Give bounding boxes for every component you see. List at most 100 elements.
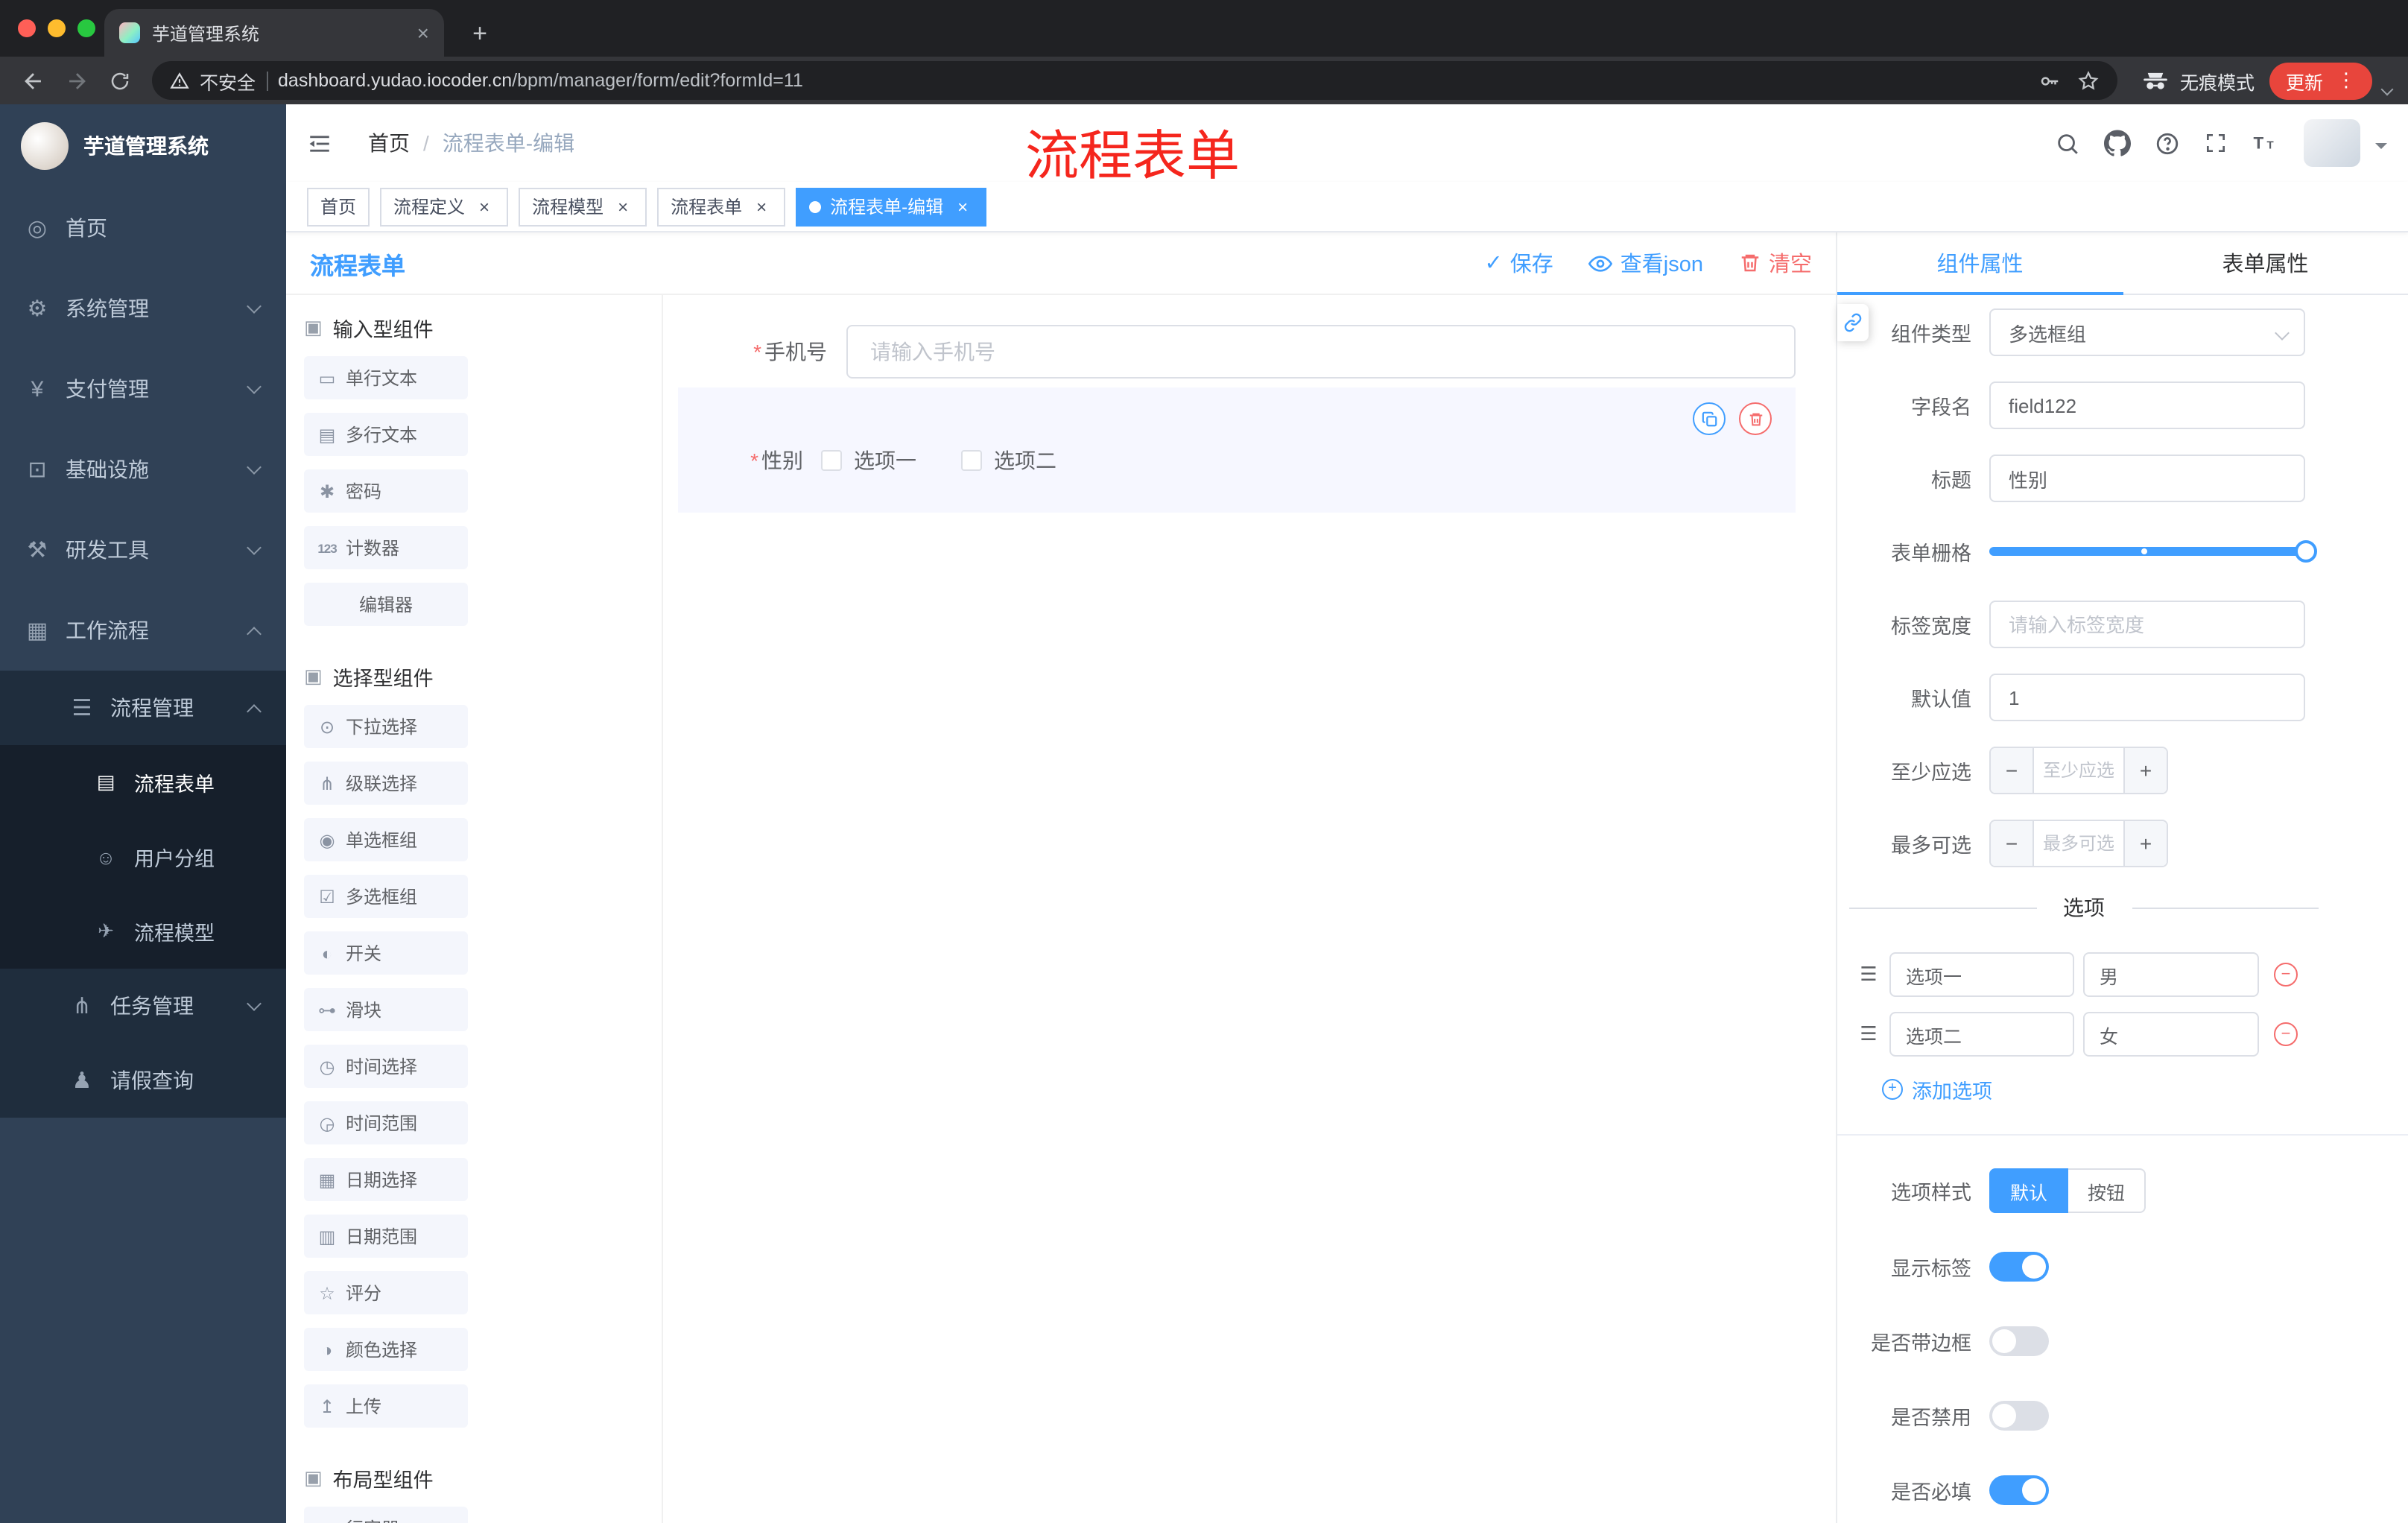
option-1-value-input[interactable] — [2083, 952, 2259, 997]
phone-field-row[interactable]: * 手机号 — [663, 325, 1796, 379]
window-zoom-button[interactable] — [77, 19, 95, 37]
title-input[interactable] — [1989, 455, 2305, 502]
tag-process-model[interactable]: 流程模型 × — [519, 187, 647, 226]
github-icon[interactable] — [2104, 130, 2131, 156]
hamburger-icon[interactable] — [307, 130, 332, 156]
slider-track[interactable] — [1989, 547, 2314, 556]
breadcrumb-home[interactable]: 首页 — [368, 128, 410, 158]
sidebar-item-infrastructure[interactable]: ⊡ 基础设施 — [0, 429, 286, 510]
window-close-button[interactable] — [18, 19, 36, 37]
save-button[interactable]: ✓ 保存 — [1484, 247, 1553, 279]
fullscreen-icon[interactable] — [2204, 131, 2228, 155]
component-radio-group[interactable]: ◉ 单选框组 — [304, 818, 468, 861]
component-date-range[interactable]: ▥ 日期范围 — [304, 1215, 468, 1258]
view-json-button[interactable]: 查看json — [1588, 247, 1703, 279]
tag-process-form[interactable]: 流程表单 × — [657, 187, 786, 226]
close-icon[interactable]: × — [612, 196, 633, 217]
copy-component-button[interactable] — [1693, 402, 1726, 435]
required-switch[interactable] — [1989, 1475, 2049, 1505]
sidebar-item-system[interactable]: ⚙ 系统管理 — [0, 268, 286, 349]
remove-option-icon[interactable]: − — [2274, 963, 2298, 987]
component-upload[interactable]: ↥ 上传 — [304, 1384, 468, 1428]
sidebar-item-process-form[interactable]: ▤ 流程表单 — [0, 745, 286, 820]
checkbox-option-2[interactable]: 选项二 — [961, 446, 1056, 475]
option-2-value-input[interactable] — [2083, 1012, 2259, 1057]
drag-handle-icon[interactable]: ☰ — [1857, 963, 1881, 987]
sidebar-item-process-model[interactable]: ✈ 流程模型 — [0, 894, 286, 969]
component-switch[interactable]: ◐ 开关 — [304, 931, 468, 975]
help-icon[interactable] — [2155, 130, 2180, 156]
component-type-select[interactable]: 多选框组 — [1989, 308, 2305, 356]
component-single-text[interactable]: ▭ 单行文本 — [304, 356, 468, 399]
sidebar-item-workflow[interactable]: ▦ 工作流程 — [0, 590, 286, 671]
label-width-input[interactable] — [1989, 601, 2305, 648]
key-icon[interactable] — [2038, 69, 2061, 92]
component-counter[interactable]: 123 计数器 — [304, 526, 468, 569]
component-date-picker[interactable]: ▦ 日期选择 — [304, 1158, 468, 1201]
browser-menu-icon[interactable]: ⋮ — [2336, 69, 2356, 92]
show-label-switch[interactable] — [1989, 1252, 2049, 1282]
tag-process-form-edit[interactable]: 流程表单-编辑 × — [796, 187, 987, 226]
selected-gender-field[interactable]: * 性别 选项一 选项二 — [678, 387, 1796, 513]
tab-close-icon[interactable]: × — [417, 21, 429, 45]
component-cascader[interactable]: ⋔ 级联选择 — [304, 762, 468, 805]
add-option-button[interactable]: + 添加选项 — [1882, 1074, 2408, 1104]
component-row-container[interactable]: ◫ 行容器 — [304, 1507, 468, 1523]
minus-icon[interactable]: − — [1991, 748, 2034, 793]
update-button[interactable]: 更新 ⋮ — [2269, 62, 2372, 99]
forward-icon[interactable] — [57, 61, 95, 100]
component-select[interactable]: ⊙ 下拉选择 — [304, 705, 468, 748]
field-name-input[interactable] — [1989, 381, 2305, 429]
sidebar-item-home[interactable]: ◎ 首页 — [0, 188, 286, 268]
plus-icon[interactable]: + — [2123, 821, 2167, 866]
option-1-label-input[interactable] — [1889, 952, 2074, 997]
clear-button[interactable]: 清空 — [1739, 247, 1812, 279]
tag-home[interactable]: 首页 — [307, 187, 370, 226]
sidebar-item-devtools[interactable]: ⚒ 研发工具 — [0, 510, 286, 590]
component-multi-text[interactable]: ▤ 多行文本 — [304, 413, 468, 456]
style-button-button[interactable]: 按钮 — [2068, 1168, 2146, 1213]
back-icon[interactable] — [13, 61, 52, 100]
component-time-range[interactable]: ◶ 时间范围 — [304, 1101, 468, 1144]
bookmark-star-icon[interactable] — [2077, 69, 2100, 92]
reload-icon[interactable] — [100, 61, 139, 100]
remove-option-icon[interactable]: − — [2274, 1022, 2298, 1046]
address-bar[interactable]: 不安全 dashboard.yudao.iocoder.cn/bpm/manag… — [152, 61, 2117, 100]
option-2-label-input[interactable] — [1889, 1012, 2074, 1057]
sidebar-item-leave-query[interactable]: ♟ 请假查询 — [0, 1043, 286, 1118]
grid-slider[interactable] — [1989, 528, 2317, 575]
component-rate[interactable]: ☆ 评分 — [304, 1271, 468, 1314]
chevron-down-icon[interactable] — [2380, 83, 2394, 96]
checkbox-option-1[interactable]: 选项一 — [821, 446, 916, 475]
border-switch[interactable] — [1989, 1326, 2049, 1356]
max-select-input[interactable] — [2034, 821, 2123, 866]
phone-input[interactable] — [846, 325, 1796, 379]
font-size-icon[interactable]: TT — [2252, 130, 2280, 156]
sidebar-logo[interactable]: 芋道管理系统 — [0, 104, 286, 188]
sidebar-item-process-management[interactable]: ☰ 流程管理 — [0, 671, 286, 745]
window-minimize-button[interactable] — [48, 19, 66, 37]
minus-icon[interactable]: − — [1991, 821, 2034, 866]
component-time-picker[interactable]: ◷ 时间选择 — [304, 1045, 468, 1088]
tab-component-props[interactable]: 组件属性 — [1837, 232, 2123, 294]
sidebar-item-payment[interactable]: ¥ 支付管理 — [0, 349, 286, 429]
disabled-switch[interactable] — [1989, 1401, 2049, 1431]
browser-tab[interactable]: 芋道管理系统 × — [104, 9, 444, 57]
new-tab-button[interactable]: + — [462, 19, 498, 49]
component-slider[interactable]: ⊶ 滑块 — [304, 988, 468, 1031]
min-select-input[interactable] — [2034, 748, 2123, 793]
close-icon[interactable]: × — [952, 196, 973, 217]
drawer-link-handle[interactable] — [1837, 304, 1869, 341]
component-password[interactable]: ✱ 密码 — [304, 469, 468, 513]
close-icon[interactable]: × — [751, 196, 772, 217]
sidebar-item-task-management[interactable]: ⋔ 任务管理 — [0, 969, 286, 1043]
slider-handle[interactable] — [2295, 540, 2317, 563]
component-checkbox-group[interactable]: ☑ 多选框组 — [304, 875, 468, 918]
security-warning-icon[interactable] — [170, 71, 189, 90]
default-value-input[interactable] — [1989, 674, 2305, 721]
user-avatar[interactable] — [2304, 119, 2360, 167]
delete-component-button[interactable] — [1739, 402, 1772, 435]
tab-form-props[interactable]: 表单属性 — [2123, 232, 2408, 294]
drag-handle-icon[interactable]: ☰ — [1857, 1022, 1881, 1046]
style-default-button[interactable]: 默认 — [1989, 1168, 2069, 1213]
